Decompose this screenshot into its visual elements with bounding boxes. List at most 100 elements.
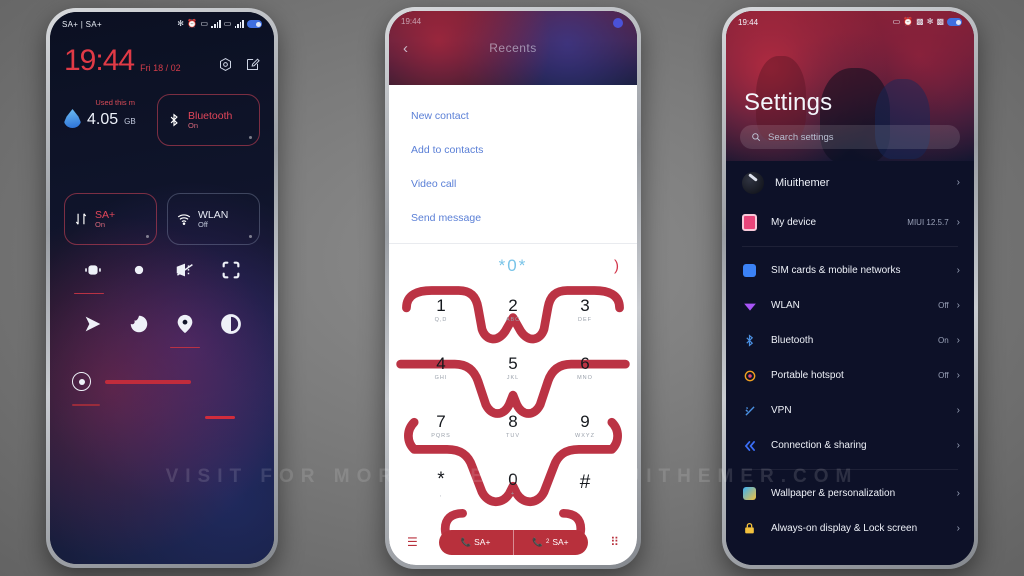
toggle-reading-mode[interactable] (126, 311, 152, 337)
decor-dash-center (205, 416, 235, 419)
dial-key-8[interactable]: 8 TUV (477, 397, 549, 455)
location-icon (177, 314, 193, 334)
tile-mobile-data-state: On (95, 219, 106, 229)
toggle-flashlight[interactable] (172, 257, 198, 283)
backspace-icon[interactable]: ) (614, 258, 619, 275)
toggle-screenshot[interactable] (218, 257, 244, 283)
call-icon: 📞 (460, 536, 472, 547)
sim-icon (742, 263, 757, 278)
alarm-icon: ⏰ (187, 19, 198, 28)
dial-key-digit: 8 (508, 412, 518, 431)
chevron-right-icon: › (956, 299, 960, 311)
search-icon (752, 133, 761, 142)
tile-mobile-data-label: SA+ (95, 208, 116, 221)
clock-row: 19:44 Fri 18 / 02 (50, 46, 274, 76)
dial-key-0[interactable]: 0 + (477, 455, 549, 513)
toggle-vibrate[interactable] (74, 257, 106, 294)
settings-row-portable-hotspot[interactable]: Portable hotspot Off › (726, 358, 974, 393)
settings-row-value: On (937, 336, 949, 345)
toggle-cast[interactable] (80, 311, 106, 337)
settings-row-wallpaper[interactable]: Wallpaper & personalization › (726, 476, 974, 511)
dial-key-letters: , (439, 492, 443, 498)
settings-status-bar: 19:44 ▭ ⏰ ▩ ✻ ▩ (726, 11, 974, 33)
wifi-icon (742, 298, 757, 313)
settings-gear-icon[interactable] (218, 57, 233, 72)
settings-section-divider (742, 246, 958, 247)
settings-row-my-device[interactable]: My device MIUI 12.5.7 › (726, 205, 974, 240)
vpn-icon (742, 403, 757, 418)
settings-row-always-on-display[interactable]: Always-on display & Lock screen › (726, 511, 974, 546)
tile-wlan[interactable]: WLAN Off (167, 193, 260, 245)
dial-key-letters: TUV (506, 433, 520, 439)
call-button-sim1[interactable]: 📞 SA+ (438, 529, 513, 555)
date-label: Fri 18 / 02 (140, 63, 181, 73)
toggle-dnd[interactable] (126, 257, 152, 283)
dial-key-digit: 6 (580, 354, 590, 373)
page-title: Settings (744, 89, 833, 116)
sim1-icon: ▭ (200, 19, 209, 28)
settings-list[interactable]: Miuithemer › My device MIUI 12.5.7 › SIM… (726, 161, 974, 565)
dial-key-digit: 1 (436, 296, 446, 315)
call-button-sim2-label: SA+ (552, 537, 569, 547)
settings-status-time: 19:44 (738, 17, 759, 27)
control-center-actions (218, 57, 260, 72)
dial-key-digit: 5 (508, 354, 518, 373)
settings-row-sim-cards[interactable]: SIM cards & mobile networks › (726, 253, 974, 288)
dialer-sheet: New contact Add to contacts Video call S… (389, 85, 637, 565)
top-cards: Used this m 4.05 GB Bluetooth On (50, 94, 274, 146)
settings-row-label: Miuithemer (775, 177, 830, 189)
dial-key-9[interactable]: 9 WXYZ (549, 397, 621, 455)
dial-key-3[interactable]: 3 DEF (549, 281, 621, 339)
settings-row-vpn[interactable]: VPN › (726, 393, 974, 428)
menu-video-call[interactable]: Video call (411, 167, 615, 201)
dial-key-hash[interactable]: # (549, 455, 621, 513)
dial-key-digit: 9 (580, 412, 590, 431)
chevron-right-icon: › (956, 177, 960, 188)
edit-icon[interactable] (245, 57, 260, 72)
keypad-icon[interactable]: ⠿ (610, 535, 619, 549)
tile-mobile-data[interactable]: SA+ On (64, 193, 157, 245)
dial-key-5[interactable]: 5 JKL (477, 339, 549, 397)
menu-icon[interactable]: ☰ (407, 535, 418, 549)
settings-row-label: Portable hotspot (771, 370, 844, 381)
toggle-active-underline (74, 292, 104, 294)
dialer-header-title: Recents (489, 41, 537, 55)
dial-key-7[interactable]: 7 PQRS (405, 397, 477, 455)
settings-row-miuithemer[interactable]: Miuithemer › (726, 161, 974, 205)
data-usage-unit: GB (124, 117, 136, 126)
wifi-icon (177, 214, 191, 225)
toggle-location[interactable] (170, 311, 200, 348)
menu-new-contact[interactable]: New contact (411, 99, 615, 133)
settings-row-connection-sharing[interactable]: Connection & sharing › (726, 428, 974, 463)
settings-row-label: Always-on display & Lock screen (771, 523, 918, 534)
dial-key-4[interactable]: 4 GHI (405, 339, 477, 397)
dial-key-1[interactable]: 1 Q,D (405, 281, 477, 339)
status-bar-carrier: SA+ | SA+ (62, 19, 102, 29)
sim2-icon: ▭ (223, 19, 232, 28)
settings-status-icons: ▭ ⏰ ▩ ✻ ▩ (893, 18, 962, 26)
dial-key-digit: 0 (508, 470, 518, 489)
dial-key-star[interactable]: *, (405, 455, 477, 513)
settings-row-label: SIM cards & mobile networks (771, 265, 901, 276)
data-usage-card[interactable]: Used this m 4.05 GB (64, 94, 147, 146)
sim2-signal-icon: ▩ (936, 17, 944, 26)
chevron-right-icon: › (956, 216, 960, 228)
dial-key-6[interactable]: 6 MNO (549, 339, 621, 397)
brightness-slider[interactable] (50, 372, 274, 391)
chevron-right-icon: › (956, 404, 960, 416)
brightness-track[interactable] (105, 379, 191, 384)
menu-add-to-contacts[interactable]: Add to contacts (411, 133, 615, 167)
settings-row-wlan[interactable]: WLAN Off › (726, 288, 974, 323)
dialed-number: *0* (498, 256, 528, 275)
call-icon: 📞 (532, 536, 543, 547)
settings-row-label: VPN (771, 405, 792, 416)
call-button-sim2[interactable]: 📞 2 SA+ (512, 529, 588, 555)
quick-toggle-grid (50, 257, 274, 348)
toggle-dark-mode[interactable] (218, 311, 244, 337)
settings-row-bluetooth[interactable]: Bluetooth On › (726, 323, 974, 358)
mobile-data-icon (75, 213, 87, 225)
search-input[interactable]: Search settings (740, 125, 960, 149)
menu-send-message[interactable]: Send message (411, 201, 615, 235)
tile-bluetooth[interactable]: Bluetooth On (157, 94, 260, 146)
dial-key-2[interactable]: 2 ABC (477, 281, 549, 339)
